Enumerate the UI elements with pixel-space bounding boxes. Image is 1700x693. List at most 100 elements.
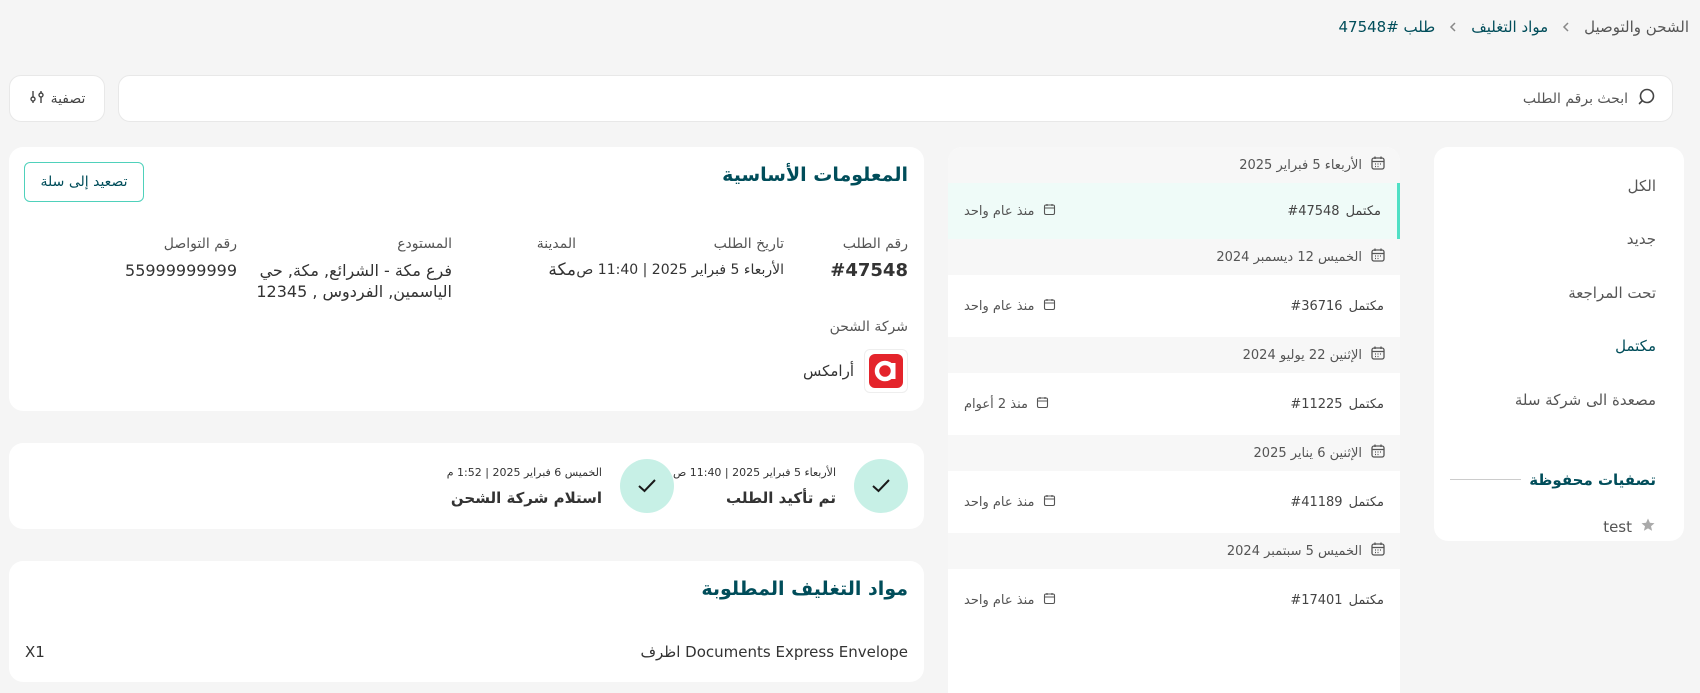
field-label: المستودع	[397, 236, 452, 252]
date-group-header: الخميس 12 ديسمبر 2024	[948, 239, 1400, 275]
filter-label: تصفية	[50, 90, 86, 107]
phone-value: 55999999999	[125, 261, 237, 280]
order-number: #41189	[1290, 494, 1343, 510]
basic-info-card: المعلومات الأساسية تصعيد إلى سلة رقم الط…	[9, 147, 924, 411]
breadcrumb-current-order: طلب #47548	[1338, 18, 1436, 36]
orders-list: الأربعاء 5 فبراير 2025 مكتمل #47548 منذ ع…	[948, 147, 1400, 693]
star-icon	[1640, 517, 1656, 537]
escalate-button[interactable]: تصعيد إلى سلة	[24, 162, 144, 202]
timeline-title: تم تأكيد الطلب	[725, 488, 836, 507]
shipping-company: أرامكس	[803, 349, 908, 393]
city-value: مكة	[548, 260, 576, 280]
shipping-company-label: شركة الشحن	[829, 319, 908, 335]
order-status: مكتمل	[1348, 592, 1384, 608]
order-number: #36716	[1290, 298, 1343, 314]
order-row[interactable]: مكتمل #36716 منذ عام واحد	[948, 275, 1400, 337]
aramex-logo	[864, 349, 908, 393]
date-group-header: الإثنين 22 يوليو 2024	[948, 337, 1400, 373]
clock-icon	[1036, 396, 1049, 413]
order-status: مكتمل	[1345, 203, 1381, 219]
material-row: Documents Express Envelope اظرف X1	[25, 643, 908, 661]
packaging-materials-card: مواد التغليف المطلوبة Documents Express …	[9, 561, 924, 682]
shipping-company-name: أرامكس	[802, 362, 854, 380]
timeline-date: الخميس 6 فبراير 2025 | 1:52 م	[446, 465, 602, 479]
saved-filters-title: تصفيات محفوظة	[1529, 470, 1656, 489]
saved-filter-item[interactable]: test	[1450, 517, 1656, 537]
order-number-value: #47548	[830, 260, 908, 281]
saved-filters-header: تصفيات محفوظة	[1450, 471, 1656, 489]
date-group-header: الأربعاء 5 فبراير 2025	[948, 147, 1400, 183]
date-group-header: الخميس 5 سبتمبر 2024	[948, 533, 1400, 569]
sidebar-item-all[interactable]: الكل	[1450, 159, 1656, 213]
filter-button[interactable]: تصفية	[9, 75, 105, 122]
breadcrumb-shipping[interactable]: الشحن والتوصيل	[1584, 18, 1689, 36]
calendar-icon	[1370, 443, 1386, 463]
field-warehouse: المستودع فرع مكة - الشرائع, مكة, حي اليا…	[242, 236, 452, 302]
order-row[interactable]: مكتمل #41189 منذ عام واحد	[948, 471, 1400, 533]
timeline-title: استلام شركة الشحن	[450, 488, 602, 507]
date-label: الخميس 5 سبتمبر 2024	[1226, 543, 1362, 559]
sidebar-item-under-review[interactable]: تحت المراجعة	[1450, 266, 1656, 320]
field-phone: رقم التواصل 55999999999	[125, 236, 237, 281]
chevron-left-icon	[1558, 19, 1574, 35]
material-name: Documents Express Envelope اظرف	[640, 643, 908, 661]
sidebar-item-label: مصعدة الى شركة سلة	[1514, 390, 1656, 409]
material-qty: X1	[25, 643, 45, 661]
field-order-date: تاريخ الطلب الأربعاء 5 فبراير 2025 | 11:…	[576, 236, 784, 281]
clock-icon	[1043, 494, 1056, 511]
field-order-number: رقم الطلب #47548	[830, 236, 908, 281]
sliders-icon	[29, 89, 45, 109]
order-date-value: الأربعاء 5 فبراير 2025 | 11:40 ص	[576, 262, 784, 278]
basic-info-title: المعلومات الأساسية	[722, 164, 908, 186]
field-label: رقم التواصل	[163, 236, 237, 252]
timeline-step-shipping-received: الخميس 6 فبراير 2025 | 1:52 م استلام شرك…	[447, 459, 674, 513]
date-label: الإثنين 22 يوليو 2024	[1242, 347, 1362, 363]
clock-icon	[1043, 592, 1056, 609]
order-age: منذ 2 أعوام	[964, 396, 1029, 412]
order-number: #47548	[1287, 203, 1340, 219]
date-label: الأربعاء 5 فبراير 2025	[1239, 157, 1362, 173]
sidebar-item-new[interactable]: جديد	[1450, 213, 1656, 267]
order-age: منذ عام واحد	[964, 298, 1035, 314]
saved-filter-label: test	[1603, 517, 1632, 536]
order-row[interactable]: مكتمل #11225 منذ 2 أعوام	[948, 373, 1400, 435]
materials-title: مواد التغليف المطلوبة	[701, 578, 908, 600]
calendar-icon	[1370, 541, 1386, 561]
date-group-header: الإثنين 6 يناير 2025	[948, 435, 1400, 471]
calendar-icon	[1370, 155, 1386, 175]
breadcrumb: الشحن والتوصيل مواد التغليف طلب #47548	[1339, 18, 1690, 36]
field-label: رقم الطلب	[842, 236, 908, 252]
sidebar-item-label: مكتمل	[1615, 337, 1656, 356]
search-bar	[118, 75, 1673, 122]
order-row[interactable]: مكتمل #17401 منذ عام واحد	[948, 569, 1400, 631]
order-number: #11225	[1290, 396, 1343, 412]
search-icon	[1638, 87, 1658, 111]
sidebar-item-label: جديد	[1626, 230, 1656, 249]
clock-icon	[1043, 298, 1056, 315]
status-sidebar: الكل جديد تحت المراجعة مكتمل مصعدة الى ش…	[1434, 147, 1684, 541]
check-icon	[620, 459, 674, 513]
calendar-icon	[1370, 345, 1386, 365]
order-status: مكتمل	[1348, 396, 1384, 412]
date-label: الإثنين 6 يناير 2025	[1253, 445, 1362, 461]
sidebar-item-escalated[interactable]: مصعدة الى شركة سلة	[1450, 373, 1656, 427]
date-label: الخميس 12 ديسمبر 2024	[1216, 249, 1362, 265]
timeline-step-confirmed: الأربعاء 5 فبراير 2025 | 11:40 ص تم تأكي…	[673, 459, 908, 513]
warehouse-value: فرع مكة - الشرائع, مكة, حي الياسمين, الف…	[256, 261, 452, 301]
chevron-left-icon	[1445, 19, 1461, 35]
order-number: #17401	[1290, 592, 1343, 608]
sidebar-item-completed[interactable]: مكتمل	[1450, 320, 1656, 374]
order-status: مكتمل	[1348, 298, 1384, 314]
search-input[interactable]	[119, 76, 1628, 121]
divider	[1450, 479, 1522, 480]
order-age: منذ عام واحد	[964, 203, 1035, 219]
breadcrumb-packaging[interactable]: مواد التغليف	[1471, 18, 1548, 36]
order-timeline: الأربعاء 5 فبراير 2025 | 11:40 ص تم تأكي…	[9, 443, 924, 529]
order-age: منذ عام واحد	[964, 494, 1035, 510]
calendar-icon	[1370, 247, 1386, 267]
order-row[interactable]: مكتمل #47548 منذ عام واحد	[948, 183, 1400, 239]
field-label: تاريخ الطلب	[713, 236, 784, 252]
sidebar-item-label: الكل	[1627, 176, 1656, 195]
order-status: مكتمل	[1348, 494, 1384, 510]
field-city: المدينة مكة	[537, 236, 576, 281]
